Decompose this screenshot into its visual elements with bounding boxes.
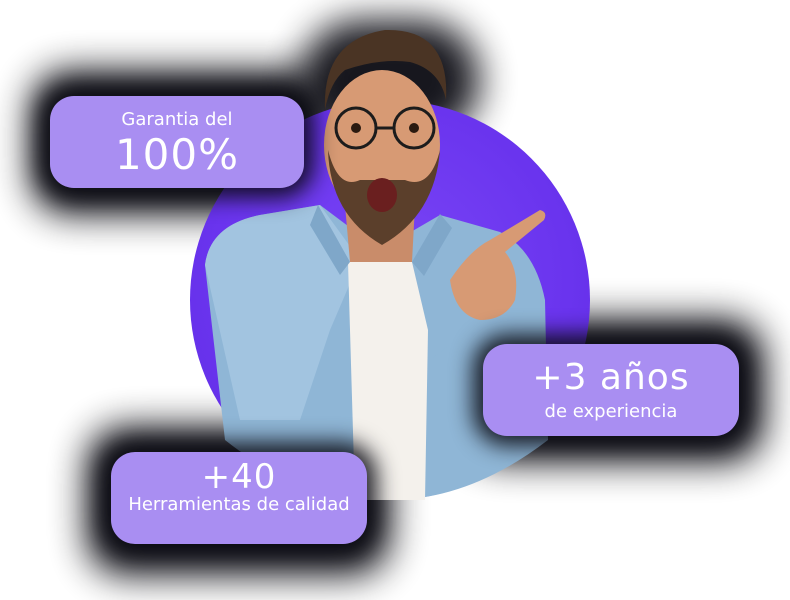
guarantee-badge: Garantia del 100% bbox=[50, 96, 304, 188]
experience-label: de experiencia bbox=[544, 401, 678, 422]
hero-graphic: Garantia del 100% +3 años de experiencia… bbox=[0, 0, 790, 600]
tools-value: +40 bbox=[201, 457, 277, 497]
guarantee-label: Garantia del bbox=[121, 109, 233, 130]
tools-badge: +40 Herramientas de calidad bbox=[111, 452, 367, 544]
experience-value: +3 años bbox=[532, 357, 690, 398]
experience-badge: +3 años de experiencia bbox=[483, 344, 739, 436]
tools-label: Herramientas de calidad bbox=[128, 494, 350, 515]
guarantee-value: 100% bbox=[114, 129, 240, 179]
